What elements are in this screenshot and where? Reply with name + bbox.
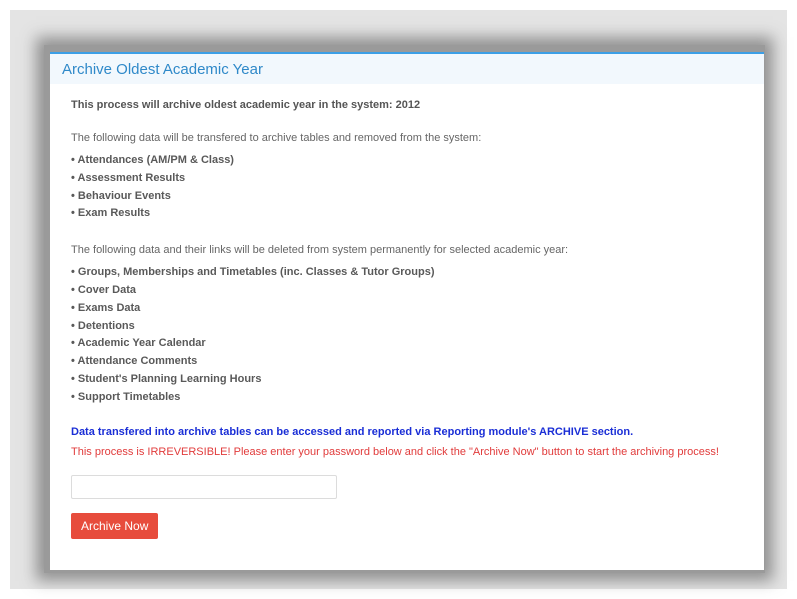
list-item: Assessment Results [71,170,764,188]
list-item: Exam Results [71,205,764,223]
password-input[interactable] [71,474,337,499]
list-item: Attendance Comments [71,353,764,371]
delete-intro-text: The following data and their links will … [71,244,569,257]
archive-now-button[interactable]: Archive Now [71,512,159,539]
list-item: Student's Planning Learning Hours [71,371,764,389]
list-item: Attendances (AM/PM & Class) [71,152,764,170]
archive-list: Attendances (AM/PM & Class) Assessment R… [71,152,764,223]
list-item: Behaviour Events [71,188,764,206]
archive-panel: Archive Oldest Academic Year This proces… [50,52,764,570]
list-item: Support Timetables [71,389,764,407]
list-item: Detentions [71,318,764,336]
delete-list: Groups, Memberships and Timetables (inc.… [71,264,764,406]
list-item: Cover Data [71,282,764,300]
archive-info-note: Data transfered into archive tables can … [71,425,634,438]
archive-intro-text: The following data will be transfered to… [71,132,482,144]
irreversible-warning: This process is IRREVERSIBLE! Please ent… [71,445,719,458]
panel-body: This process will archive oldest academi… [50,84,764,539]
intro-text: This process will archive oldest academi… [71,99,421,111]
panel-title: Archive Oldest Academic Year [50,54,764,84]
list-item: Academic Year Calendar [71,335,764,353]
list-item: Groups, Memberships and Timetables (inc.… [71,264,764,282]
list-item: Exams Data [71,300,764,318]
